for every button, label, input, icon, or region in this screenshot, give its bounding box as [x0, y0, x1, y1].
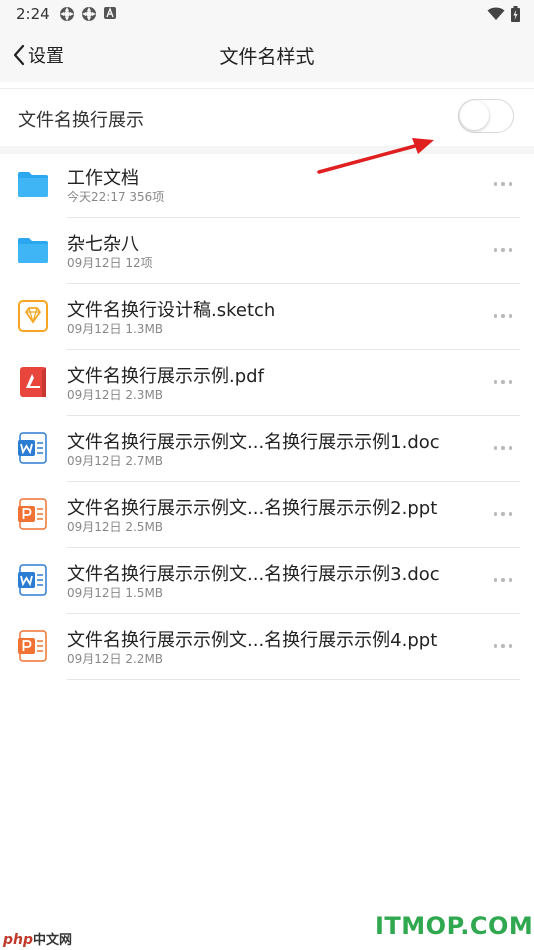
list-item[interactable]: 文件名换行展示示例文...名换行展示示例2.ppt 09月12日 2.5MB [0, 482, 534, 548]
more-options-button[interactable] [488, 240, 518, 260]
battery-icon [511, 6, 520, 22]
status-bar: 2:24 [0, 0, 534, 28]
status-icons-left [59, 6, 117, 22]
file-list: 工作文档 今天22:17 356项 杂七杂八 09月12日 12项 文件名换行设… [0, 152, 534, 680]
more-options-button[interactable] [488, 570, 518, 590]
file-meta: 09月12日 12项 [67, 256, 153, 270]
file-meta: 09月12日 2.2MB [67, 652, 164, 666]
watermark-php: php中文网 [3, 929, 72, 948]
divider [67, 679, 520, 680]
file-meta: 09月12日 2.3MB [67, 388, 164, 402]
more-options-button[interactable] [488, 504, 518, 524]
folder-icon [18, 172, 48, 197]
list-item[interactable]: 工作文档 今天22:17 356项 [0, 152, 534, 218]
watermark-cn: 中文网 [33, 933, 73, 948]
file-name: 文件名换行展示示例文...名换行展示示例3.doc [67, 564, 440, 585]
folder-icon [18, 238, 48, 263]
file-meta: 09月12日 2.7MB [67, 454, 164, 468]
wrap-filename-toggle[interactable] [458, 99, 514, 133]
list-item[interactable]: 文件名换行展示示例文...名换行展示示例3.doc 09月12日 1.5MB [0, 548, 534, 614]
file-meta: 09月12日 2.5MB [67, 520, 164, 534]
notification-icon [82, 7, 96, 21]
more-options-button[interactable] [488, 636, 518, 656]
file-name: 文件名换行展示示例.pdf [67, 366, 264, 387]
file-meta: 今天22:17 356项 [67, 190, 165, 204]
more-options-button[interactable] [488, 174, 518, 194]
watermark-brand: php [3, 932, 34, 948]
app-notification-icon [104, 7, 116, 19]
annotation-arrow-icon [317, 138, 434, 174]
file-name: 文件名换行展示示例文...名换行展示示例4.ppt [67, 630, 438, 651]
file-name: 杂七杂八 [67, 234, 139, 255]
toggle-label: 文件名换行展示 [18, 110, 144, 131]
status-time: 2:24 [16, 5, 50, 23]
more-options-button[interactable] [488, 438, 518, 458]
watermark-itmop: ITMOP.COM [375, 912, 534, 940]
more-options-button[interactable] [488, 372, 518, 392]
word-icon [18, 564, 47, 596]
ppt-icon [18, 630, 47, 662]
ppt-icon [18, 498, 47, 530]
list-item[interactable]: 文件名换行展示示例.pdf 09月12日 2.3MB [0, 350, 534, 416]
file-meta: 09月12日 1.5MB [67, 586, 164, 600]
list-item[interactable]: 文件名换行展示示例文...名换行展示示例4.ppt 09月12日 2.2MB [0, 614, 534, 680]
file-name: 工作文档 [67, 168, 139, 189]
file-meta: 09月12日 1.3MB [67, 322, 164, 336]
sketch-icon [18, 300, 48, 332]
notification-icon [60, 7, 74, 21]
list-item[interactable]: 文件名换行设计稿.sketch 09月12日 1.3MB [0, 284, 534, 350]
file-name: 文件名换行展示示例文...名换行展示示例2.ppt [67, 498, 438, 519]
word-icon [18, 432, 47, 464]
nav-bar: 设置 文件名样式 [0, 28, 534, 82]
status-icons-right [487, 6, 520, 22]
wifi-icon [487, 7, 505, 20]
pdf-icon [20, 367, 46, 397]
more-options-button[interactable] [488, 306, 518, 326]
toggle-knob [460, 101, 489, 130]
wrap-filename-setting: 文件名换行展示 [0, 88, 534, 148]
list-item[interactable]: 杂七杂八 09月12日 12项 [0, 218, 534, 284]
page-title: 文件名样式 [219, 46, 315, 68]
file-name: 文件名换行展示示例文...名换行展示示例1.doc [67, 432, 440, 453]
file-name: 文件名换行设计稿.sketch [67, 300, 276, 321]
list-item[interactable]: 文件名换行展示示例文...名换行展示示例1.doc 09月12日 2.7MB [0, 416, 534, 482]
